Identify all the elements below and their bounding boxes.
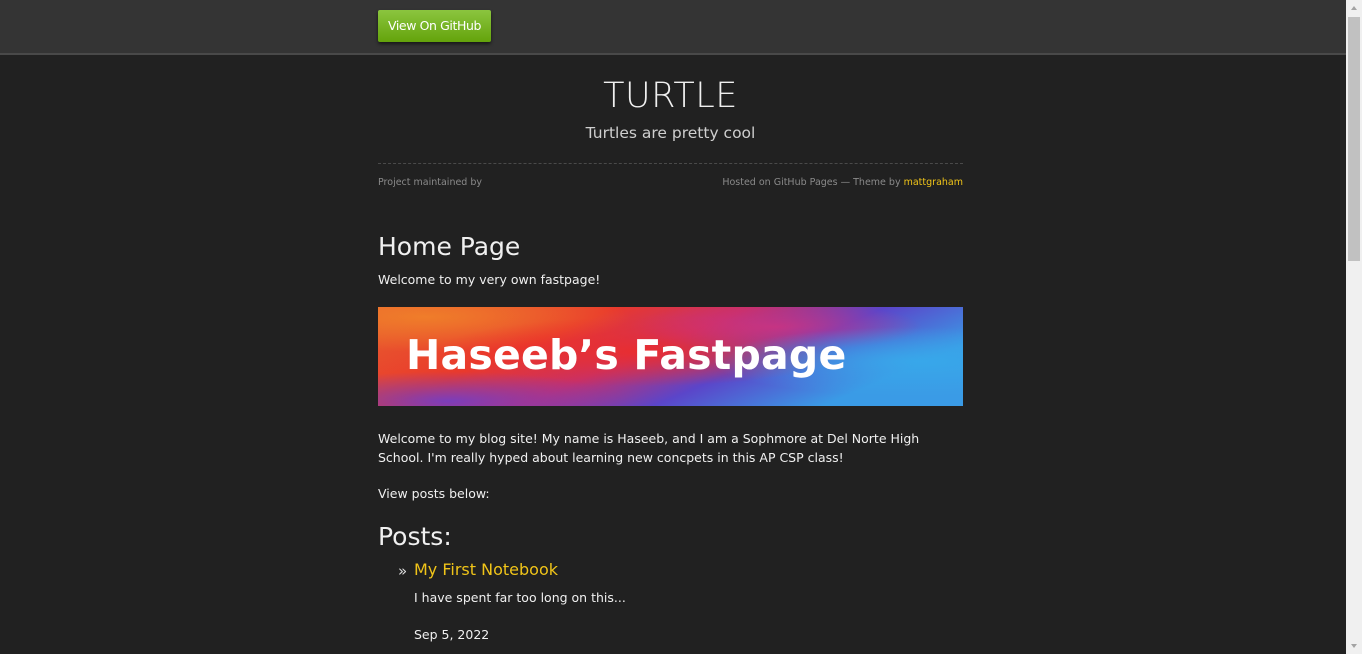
maintainer-text: Project maintained by xyxy=(378,177,483,188)
header-divider xyxy=(378,163,963,164)
top-bar xyxy=(0,0,1346,55)
hosting-credit: Hosted on GitHub Pages — Theme by mattgr… xyxy=(722,176,963,190)
banner-image: Haseeb’s Fastpage xyxy=(378,307,963,406)
scroll-up-icon[interactable] xyxy=(1346,0,1362,16)
banner-title: Haseeb’s Fastpage xyxy=(406,331,847,379)
view-on-github-button[interactable]: View On GitHub xyxy=(378,10,491,42)
post-bullet-icon: » xyxy=(398,562,408,580)
scrollbar-thumb[interactable] xyxy=(1348,17,1360,261)
vertical-scrollbar[interactable] xyxy=(1346,0,1362,654)
post-description: I have spent far too long on this... xyxy=(414,590,626,605)
view-posts-text: View posts below: xyxy=(378,486,490,501)
post-date: Sep 5, 2022 xyxy=(414,627,490,642)
hosting-text: Hosted on GitHub Pages — Theme by xyxy=(722,177,901,188)
page-heading: Home Page xyxy=(378,232,521,261)
site-subtitle: Turtles are pretty cool xyxy=(585,124,756,142)
welcome-text: Welcome to my very own fastpage! xyxy=(378,272,601,287)
page: View On GitHub TURTLE Turtles are pretty… xyxy=(0,0,1362,654)
site-title: TURTLE xyxy=(603,76,738,116)
theme-author-link[interactable]: mattgraham xyxy=(904,177,963,188)
scroll-down-icon[interactable] xyxy=(1346,638,1362,654)
posts-heading: Posts: xyxy=(378,522,452,551)
post-title-link[interactable]: My First Notebook xyxy=(414,559,558,581)
intro-text: Welcome to my blog site! My name is Hase… xyxy=(378,431,920,465)
